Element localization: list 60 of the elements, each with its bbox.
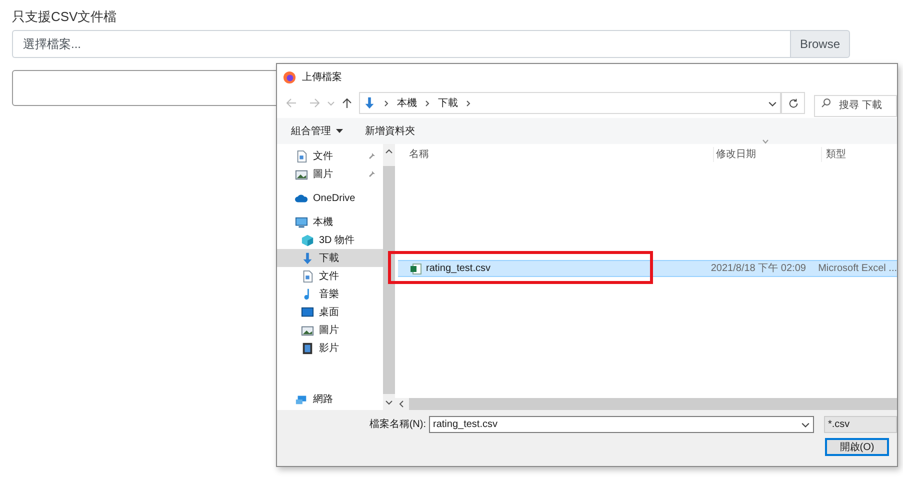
sidebar-item[interactable]: 本機 xyxy=(277,213,383,231)
chevron-right-icon xyxy=(466,100,471,106)
spreadsheet-file-icon xyxy=(410,262,422,274)
sidebar-item[interactable]: OneDrive xyxy=(277,189,383,207)
filename-field[interactable]: rating_test.csv xyxy=(429,416,814,433)
address-bar[interactable]: 本機 下載 xyxy=(359,92,781,114)
sidebar-item[interactable]: 3D 物件 xyxy=(277,231,383,249)
search-icon xyxy=(821,98,831,108)
desktop-icon xyxy=(301,306,314,318)
scroll-left-icon xyxy=(398,400,406,408)
file-type-dropdown[interactable]: *.csv xyxy=(824,416,897,433)
open-button[interactable]: 開啟(O) xyxy=(825,438,889,456)
browse-button[interactable]: Browse xyxy=(790,30,850,58)
sidebar-item[interactable]: 圖片 xyxy=(277,165,383,183)
column-header[interactable]: 修改日期 xyxy=(713,146,821,162)
column-header[interactable]: 類型 xyxy=(821,146,897,162)
scrollbar[interactable] xyxy=(383,144,395,410)
field-label: 只支援CSV文件檔 xyxy=(12,8,118,25)
document-icon xyxy=(301,270,314,282)
scroll-down-icon xyxy=(385,398,393,406)
chevron-right-icon xyxy=(384,100,389,106)
sidebar-item[interactable]: 文件 xyxy=(277,267,383,285)
dialog-title: 上傳檔案 xyxy=(302,70,342,84)
horizontal-scrollbar[interactable] xyxy=(395,398,897,410)
document-icon xyxy=(295,150,308,162)
sidebar-item[interactable]: 網路 xyxy=(277,390,383,408)
file-name: rating_test.csv xyxy=(426,262,490,276)
breadcrumb-item[interactable]: 本機 xyxy=(397,96,417,110)
caret-icon xyxy=(336,128,343,134)
sidebar-item[interactable]: 桌面 xyxy=(277,303,383,321)
file-date: 2021/8/18 下午 02:09 xyxy=(710,262,807,276)
file-input-field[interactable]: 選擇檔案... xyxy=(12,30,790,58)
toolbar-button[interactable]: 組合管理 xyxy=(291,124,343,138)
column-header[interactable]: 名稱 xyxy=(395,146,713,162)
image-icon xyxy=(295,168,308,180)
image-icon xyxy=(301,324,314,336)
sidebar-item[interactable]: 圖片 xyxy=(277,321,383,339)
scroll-up-icon xyxy=(385,148,393,156)
film-icon xyxy=(301,342,314,354)
download-arrow-icon xyxy=(301,252,314,264)
computer-icon xyxy=(295,216,308,228)
file-row[interactable]: rating_test.csv 2021/8/18 下午 02:09 Microsoft Excel ... xyxy=(398,260,897,277)
refresh-icon xyxy=(788,98,798,108)
sidebar-item[interactable]: 影片 xyxy=(277,339,383,357)
download-arrow-icon xyxy=(363,96,376,110)
dropdown-chevron-icon xyxy=(801,420,810,429)
search-field[interactable]: 搜尋 下載 xyxy=(814,94,897,116)
sidebar-item[interactable]: 文件 xyxy=(277,147,383,165)
filename-label: 檔案名稱(N): xyxy=(368,418,427,432)
chevron-right-icon xyxy=(425,100,430,106)
sort-chevron-icon xyxy=(762,138,769,144)
breadcrumb-item[interactable]: 下載 xyxy=(438,96,458,110)
sidebar-item[interactable]: 下載 xyxy=(277,249,383,267)
toolbar-button[interactable]: 新增資料夾 xyxy=(365,124,415,138)
browser-logo-icon xyxy=(283,70,296,84)
sidebar-item[interactable]: 音樂 xyxy=(277,285,383,303)
cube-icon xyxy=(301,234,314,246)
up-arrow-icon[interactable] xyxy=(341,97,353,109)
refresh-button[interactable] xyxy=(781,92,805,114)
file-type: Microsoft Excel ... xyxy=(817,262,897,276)
